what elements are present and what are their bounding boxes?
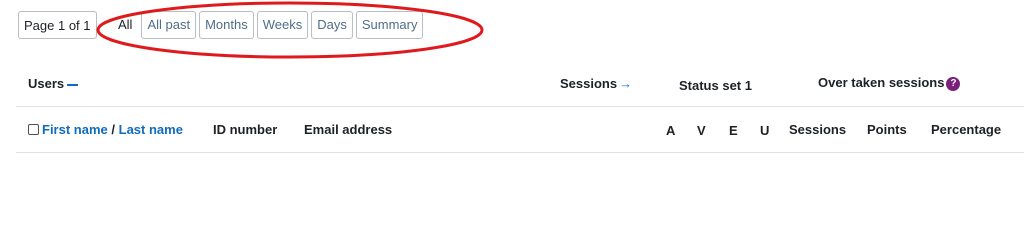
status-e-header: E bbox=[729, 123, 738, 138]
period-filter-group: All All past Months Weeks Days Summary bbox=[112, 11, 424, 39]
sessions-count-header: Sessions bbox=[789, 122, 847, 137]
filter-months[interactable]: Months bbox=[199, 11, 254, 39]
right-arrow-icon[interactable]: → bbox=[619, 76, 632, 91]
table-column-header: First name / Last name ID number Email a… bbox=[16, 107, 1024, 153]
filter-all[interactable]: All bbox=[112, 11, 139, 39]
minus-icon[interactable] bbox=[67, 83, 79, 86]
users-header: Users bbox=[28, 76, 79, 91]
users-label: Users bbox=[28, 76, 65, 91]
question-mark-icon[interactable]: ? bbox=[946, 76, 961, 91]
filter-weeks[interactable]: Weeks bbox=[256, 11, 309, 39]
sessions-header: Sessions → bbox=[560, 76, 632, 91]
status-v-header: V bbox=[697, 123, 706, 138]
select-all-checkbox[interactable] bbox=[28, 124, 39, 136]
status-u-header: U bbox=[760, 123, 770, 138]
name-separator: / bbox=[111, 122, 115, 137]
over-taken-label: Over taken sessions bbox=[818, 75, 945, 90]
filter-summary[interactable]: Summary bbox=[355, 11, 424, 39]
status-set-header: Status set 1 bbox=[679, 78, 752, 93]
table-group-header: Users Sessions → Status set 1 Over taken … bbox=[16, 62, 1024, 107]
filter-all-past[interactable]: All past bbox=[141, 11, 197, 39]
sort-first-name[interactable]: First name bbox=[42, 122, 108, 137]
id-number-header: ID number bbox=[213, 122, 278, 137]
sort-last-name[interactable]: Last name bbox=[119, 122, 183, 137]
page-indicator: Page 1 of 1 bbox=[18, 11, 97, 39]
percentage-header: Percentage bbox=[931, 122, 1002, 137]
filter-days[interactable]: Days bbox=[311, 11, 353, 39]
points-header: Points bbox=[867, 122, 907, 137]
attendance-report: Page 1 of 1 All All past Months Weeks Da… bbox=[0, 0, 1024, 247]
email-header: Email address bbox=[304, 122, 393, 137]
sessions-label: Sessions bbox=[560, 76, 618, 91]
status-a-header: A bbox=[666, 123, 676, 138]
name-sort-header: First name / Last name bbox=[28, 122, 183, 137]
over-taken-header: Over taken sessions? bbox=[818, 75, 961, 91]
